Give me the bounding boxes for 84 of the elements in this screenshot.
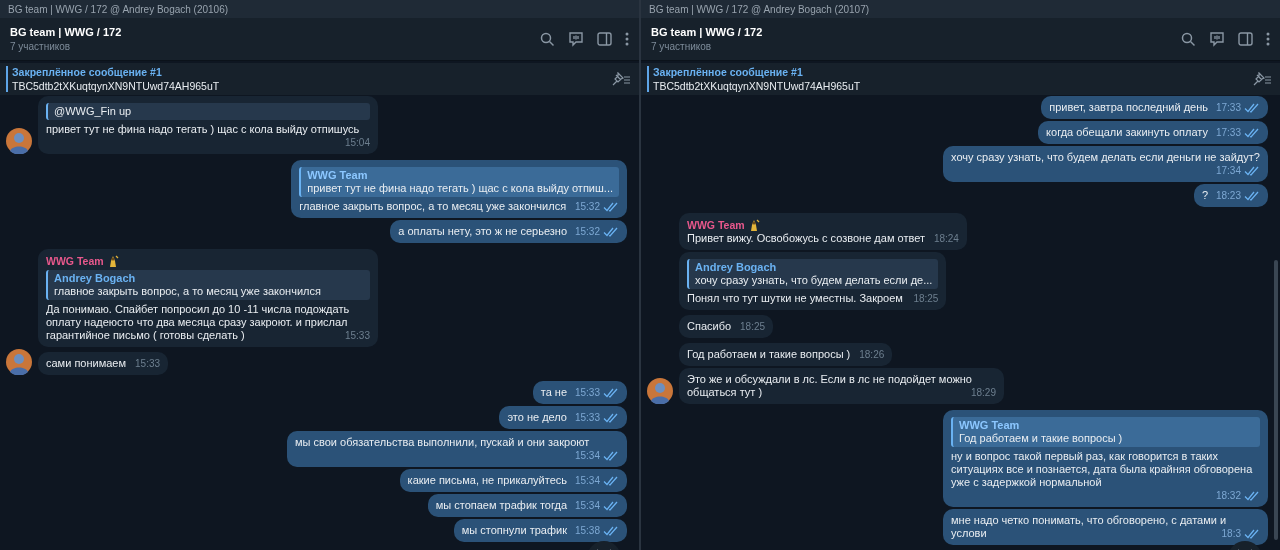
pinned-message-bar[interactable]: Закреплённое сообщение #1 TBC5dtb2tXKuqtqynXN9NTUwd74AH965uT — [0, 63, 639, 95]
reply-author: Andrey Bogach — [695, 261, 778, 274]
pin-list-icon[interactable] — [1252, 72, 1272, 86]
chat-bubble-icon[interactable] — [568, 31, 584, 47]
message-text: мы стопнули трафик — [461, 524, 567, 536]
message-time: 15:33 — [574, 411, 600, 424]
message-text: Понял что тут шутки не уместны. Закроем — [687, 292, 903, 304]
message-time: 18:25 — [740, 320, 766, 333]
message-time: 17:34 — [1215, 164, 1241, 177]
message-text: сами понимаем — [46, 357, 127, 369]
message-time: 15:33 — [574, 386, 600, 399]
message-time: 18:32 — [1215, 489, 1241, 502]
message-time: 18:26 — [859, 348, 885, 361]
window-title: BG team | WWG / 172 @ Andrey Bogach (20107) — [649, 3, 870, 15]
pinned-text: TBC5dtb2tXKuqtqynXN9NTUwd74AH965uT — [653, 80, 862, 92]
message-time: 15:04 — [344, 136, 370, 149]
message-time: 18:3 — [1221, 527, 1241, 540]
message-text: когда обещали закинуть оплату — [1046, 126, 1208, 138]
message-time: 15:34 — [574, 449, 600, 462]
message-time: 15:33 — [344, 329, 370, 342]
reply-text: привет тут не фина надо тегать ) щас с кола выйду отпиш... — [307, 182, 613, 195]
message-time: 15:32 — [574, 225, 600, 238]
message-text: привет тут не фина надо тегать ) щас с кола выйду отпишусь — [46, 123, 360, 135]
pin-list-icon[interactable] — [611, 72, 631, 86]
chat-title: BG team | WWG / 172 — [10, 26, 123, 38]
member-count: 7 участников — [651, 41, 713, 52]
message-text: хочу сразу узнать, что будем делать если деньги не зайдут? — [951, 151, 1260, 163]
pinned-text: TBC5dtb2tXKuqtqynXN9NTUwd74AH965uT — [12, 80, 221, 92]
reply-quote[interactable]: Andrey Bogach главное закрыть вопрос, а то месяц уже закончился — [46, 270, 370, 300]
member-count: 7 участников — [10, 41, 72, 52]
message-text: ? — [1201, 189, 1208, 201]
message-time: 17:33 — [1215, 126, 1241, 139]
message-time: 15:34 — [574, 474, 600, 487]
avatar-icon[interactable] — [647, 378, 673, 404]
message-time: 17:33 — [1215, 101, 1241, 114]
message-text: Год работаем и такие вопросы ) — [687, 348, 851, 360]
sender-name[interactable]: WWG Team — [46, 254, 104, 268]
avatar-icon[interactable] — [6, 349, 32, 375]
message-text: мы стопаем трафик тогда — [435, 499, 567, 511]
message-time: 15:34 — [574, 499, 600, 512]
message-text: а оплаты нету, это ж не серьезно — [398, 225, 567, 237]
message-time: 15:38 — [574, 524, 600, 537]
message-text: привет, завтра последний день — [1049, 101, 1208, 113]
sidebar-icon[interactable] — [1238, 32, 1253, 46]
more-icon[interactable] — [1266, 32, 1270, 46]
message-time: 18:25 — [913, 292, 939, 305]
message-text: это не дело — [507, 411, 567, 423]
reply-quote[interactable]: @WWG_Fin up — [46, 103, 370, 120]
message-text: какие письма, не прикалуйтесь — [407, 474, 567, 486]
reply-author: WWG Team — [307, 169, 369, 182]
message-time: 18:29 — [970, 386, 996, 399]
pinned-label: Закреплённое сообщение #1 — [12, 66, 163, 78]
search-icon[interactable] — [540, 31, 555, 47]
scrollbar[interactable] — [1274, 260, 1278, 540]
more-icon[interactable] — [625, 32, 629, 46]
message-text: Это же и обсуждали в лс. Если в лс не подойдет можно общаться тут ) — [687, 373, 972, 398]
reply-author: Andrey Bogach — [54, 272, 137, 285]
message-text: Спасибо — [687, 320, 732, 332]
reply-quote[interactable]: Andrey Bogach хочу сразу узнать, что будем делать если де... — [687, 259, 939, 289]
chat-title: BG team | WWG / 172 — [651, 26, 764, 38]
message-text: мы свои обязательства выполнили, пускай и они закроют — [295, 436, 590, 448]
avatar-icon[interactable] — [6, 128, 32, 154]
message-text: Привет вижу. Освобожусь с созвоне дам ответ — [687, 232, 925, 244]
pinned-label: Закреплённое сообщение #1 — [653, 66, 804, 78]
sidebar-icon[interactable] — [597, 32, 612, 46]
reply-text: главное закрыть вопрос, а то месяц уже закончился — [54, 285, 322, 298]
reply-text: @WWG_Fin up — [54, 105, 133, 118]
chat-bubble-icon[interactable] — [1209, 31, 1225, 47]
message-time: 18:24 — [933, 232, 959, 245]
message-time: 15:32 — [574, 200, 600, 213]
message-time: 15:33 — [135, 357, 161, 370]
message-time: 18:23 — [1215, 189, 1241, 202]
message-text: главное закрыть вопрос, а то месяц уже закончился — [299, 200, 567, 212]
window-title: BG team | WWG / 172 @ Andrey Bogach (20106) — [8, 3, 229, 15]
reply-quote[interactable]: WWG Team Год работаем и такие вопросы ) — [951, 417, 1260, 447]
message-text: ну и вопрос такой первый раз, как говорится в таких ситуациях все и познается, дата была крайняя обговорена уже с задержкой нормальной — [951, 450, 1253, 488]
pinned-message-bar[interactable]: Закреплённое сообщение #1 TBC5dtb2tXKuqtqynXN9NTUwd74AH965uT — [641, 63, 1280, 95]
sender-name[interactable]: WWG Team — [687, 218, 745, 232]
reply-text: Год работаем и такие вопросы ) — [959, 432, 1124, 445]
reply-text: хочу сразу узнать, что будем делать если де... — [695, 274, 933, 287]
reply-author: WWG Team — [959, 419, 1021, 432]
reply-quote[interactable]: WWG Team привет тут не фина надо тегать ) щас с кола выйду отпиш... — [299, 167, 619, 197]
message-text: та не — [540, 386, 567, 398]
search-icon[interactable] — [1181, 31, 1196, 47]
